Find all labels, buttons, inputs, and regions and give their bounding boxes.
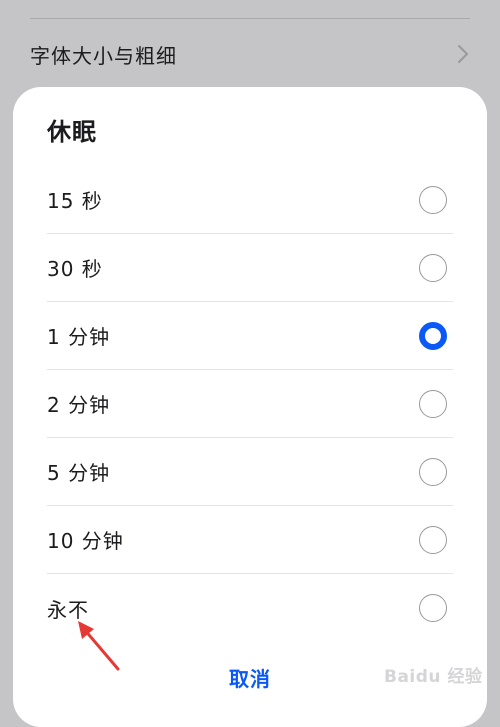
- sleep-option-5min[interactable]: 5 分钟: [47, 438, 453, 506]
- radio-button[interactable]: [419, 594, 447, 622]
- option-label: 30 秒: [47, 257, 103, 281]
- sleep-option-30s[interactable]: 30 秒: [47, 234, 453, 302]
- background-divider: [30, 18, 470, 19]
- red-arrow-icon: [78, 621, 120, 671]
- option-label: 2 分钟: [47, 393, 111, 417]
- baidu-jingyan-watermark: Baidu 经验: [384, 667, 483, 687]
- radio-button-selected[interactable]: [419, 321, 447, 350]
- radio-button[interactable]: [419, 457, 447, 486]
- font-size-setting-label: 字体大小与粗细: [30, 43, 177, 68]
- radio-button[interactable]: [419, 253, 447, 282]
- radio-button[interactable]: [419, 185, 447, 214]
- dialog-title: 休眠: [47, 118, 97, 146]
- option-label: 15 秒: [47, 189, 103, 213]
- font-size-setting-row[interactable]: 字体大小与粗细: [30, 36, 470, 72]
- option-label: 1 分钟: [47, 325, 111, 349]
- chevron-right-icon: [456, 43, 470, 65]
- sleep-option-15s[interactable]: 15 秒: [47, 166, 453, 234]
- sleep-option-10min[interactable]: 10 分钟: [47, 506, 453, 574]
- option-label: 10 分钟: [47, 529, 124, 553]
- sleep-options-list: 15 秒 30 秒 1 分钟 2 分钟 5 分钟 10 分钟 永不: [47, 166, 453, 642]
- sleep-option-1min[interactable]: 1 分钟: [47, 302, 453, 370]
- sleep-option-2min[interactable]: 2 分钟: [47, 370, 453, 438]
- radio-button[interactable]: [419, 389, 447, 418]
- radio-button[interactable]: [419, 525, 447, 554]
- option-label: 5 分钟: [47, 461, 111, 485]
